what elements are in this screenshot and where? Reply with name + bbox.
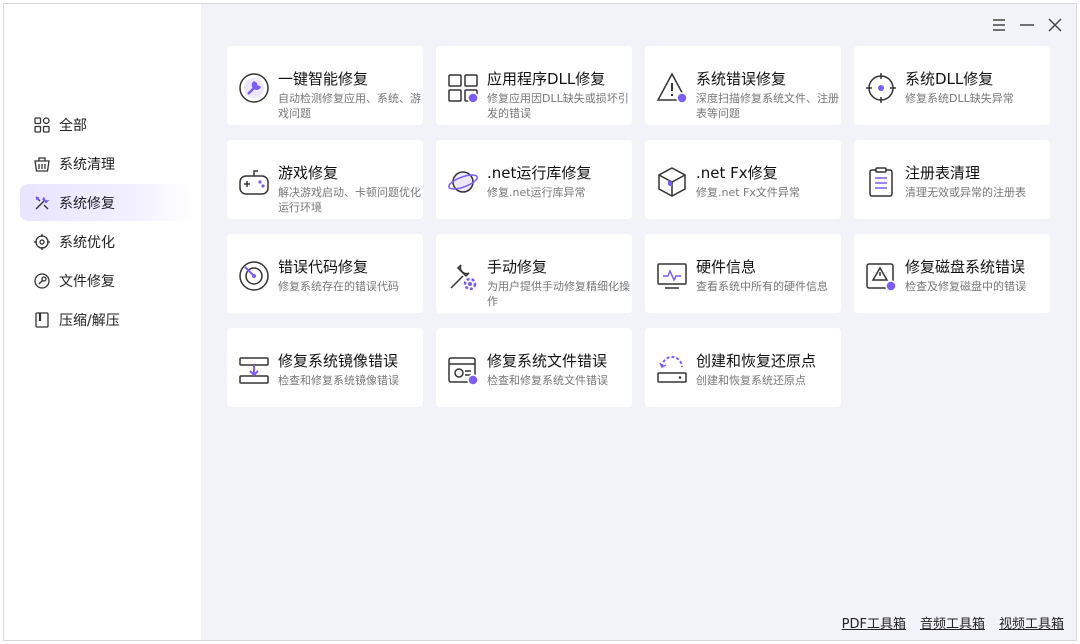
card-registry-clean[interactable]: 注册表清理 清理无效或异常的注册表	[854, 140, 1050, 219]
card-desc: 解决游戏启动、卡顿问题优化运行环境	[278, 186, 421, 214]
menu-icon[interactable]	[990, 16, 1008, 34]
card-title: 系统错误修复	[696, 70, 787, 88]
sidebar-item-label: 文件修复	[59, 273, 115, 290]
window-gear-icon	[446, 353, 480, 387]
broom-icon	[33, 155, 51, 173]
minimize-icon[interactable]	[1018, 16, 1036, 34]
footer-links: PDF工具箱 音频工具箱 视频工具箱	[842, 613, 1064, 632]
sidebar-item-compress[interactable]: 压缩/解压	[20, 301, 195, 338]
card-desc: 修复.net Fx文件异常	[696, 186, 800, 199]
card-desc: 为用户提供手动修复精细化操作	[487, 280, 630, 308]
card-app-dll-repair[interactable]: 应用程序DLL修复 修复应用因DLL缺失或损坏引发的错误	[436, 46, 632, 125]
card-title: 硬件信息	[696, 258, 757, 276]
card-title: 一键智能修复	[278, 70, 369, 88]
sidebar-item-file-repair[interactable]: 文件修复	[20, 262, 195, 299]
card-system-file-repair[interactable]: 修复系统文件错误 检查和修复系统文件错误	[436, 328, 632, 407]
sidebar-item-label: 系统优化	[59, 234, 115, 251]
card-title: 系统DLL修复	[905, 70, 994, 88]
card-desc: 自动检测修复应用、系统、游戏问题	[278, 92, 421, 120]
archive-icon	[33, 311, 51, 329]
card-system-dll-repair[interactable]: 系统DLL修复 修复系统DLL缺失异常	[854, 46, 1050, 125]
card-title: 注册表清理	[905, 164, 981, 182]
tools-icon	[33, 194, 51, 212]
card-net-fx-repair[interactable]: .net Fx修复 修复.net Fx文件异常	[645, 140, 841, 219]
sidebar: 全部 系统清理 系统修复 系统优化 文件修复 压缩/解压	[4, 4, 201, 640]
gamepad-icon	[237, 165, 271, 199]
card-desc: 查看系统中所有的硬件信息	[696, 280, 828, 293]
card-title: 游戏修复	[278, 164, 339, 182]
card-desc: 检查和修复系统文件错误	[487, 374, 608, 387]
sidebar-item-system-clean[interactable]: 系统清理	[20, 145, 195, 182]
sidebar-nav: 全部 系统清理 系统修复 系统优化 文件修复 压缩/解压	[20, 106, 195, 340]
wrench-circle-icon	[237, 71, 271, 105]
wrench-gear-icon	[446, 259, 480, 293]
card-desc: 修复系统DLL缺失异常	[905, 92, 1014, 105]
pdf-toolbox-link[interactable]: PDF工具箱	[842, 613, 906, 632]
restore-point-icon	[655, 353, 689, 387]
card-desc: 修复系统存在的错误代码	[278, 280, 399, 293]
disk-warning-icon	[864, 259, 898, 293]
sidebar-item-label: 压缩/解压	[59, 312, 120, 329]
card-restore-point[interactable]: 创建和恢复还原点 创建和恢复系统还原点	[645, 328, 841, 407]
card-desc: 检查及修复磁盘中的错误	[905, 280, 1026, 293]
card-desc: 修复.net运行库异常	[487, 186, 586, 199]
card-title: .net Fx修复	[696, 164, 778, 182]
card-title: 修复系统镜像错误	[278, 352, 399, 370]
card-desc: 修复应用因DLL缺失或损坏引发的错误	[487, 92, 629, 120]
card-title: .net运行库修复	[487, 164, 592, 182]
repair-tools-grid: 一键智能修复 自动检测修复应用、系统、游戏问题 应用程序DLL修复 修复应用因D…	[227, 46, 1050, 407]
file-wrench-icon	[33, 272, 51, 290]
card-title: 错误代码修复	[278, 258, 369, 276]
sidebar-item-system-optimize[interactable]: 系统优化	[20, 223, 195, 260]
card-manual-repair[interactable]: 手动修复 为用户提供手动修复精细化操作	[436, 234, 632, 313]
audio-toolbox-link[interactable]: 音频工具箱	[920, 613, 985, 632]
target-icon	[33, 233, 51, 251]
card-disk-error-repair[interactable]: 修复磁盘系统错误 检查及修复磁盘中的错误	[854, 234, 1050, 313]
card-title: 应用程序DLL修复	[487, 70, 606, 88]
image-download-icon	[237, 353, 271, 387]
card-desc: 检查和修复系统镜像错误	[278, 374, 399, 387]
radar-icon	[237, 259, 271, 293]
card-desc: 创建和恢复系统还原点	[696, 374, 806, 387]
video-toolbox-link[interactable]: 视频工具箱	[999, 613, 1064, 632]
planet-icon	[446, 165, 480, 199]
warning-triangle-icon	[655, 71, 689, 105]
app-grid-icon	[446, 71, 480, 105]
sidebar-item-label: 系统清理	[59, 156, 115, 173]
sidebar-item-all[interactable]: 全部	[20, 106, 195, 143]
card-desc: 深度扫描修复系统文件、注册表等问题	[696, 92, 839, 120]
grid-icon	[33, 116, 51, 134]
card-system-image-repair[interactable]: 修复系统镜像错误 检查和修复系统镜像错误	[227, 328, 423, 407]
card-desc: 清理无效或异常的注册表	[905, 186, 1026, 199]
sidebar-item-system-repair[interactable]: 系统修复	[20, 184, 195, 221]
monitor-pulse-icon	[655, 259, 689, 293]
window-controls	[990, 16, 1064, 34]
card-one-click-repair[interactable]: 一键智能修复 自动检测修复应用、系统、游戏问题	[227, 46, 423, 125]
card-title: 修复磁盘系统错误	[905, 258, 1026, 276]
cube-icon	[655, 165, 689, 199]
sidebar-item-label: 全部	[59, 117, 87, 134]
card-title: 手动修复	[487, 258, 548, 276]
app-window: 全部 系统清理 系统修复 系统优化 文件修复 压缩/解压 一键智能修复 自动检测…	[3, 3, 1077, 641]
crosshair-icon	[864, 71, 898, 105]
close-icon[interactable]	[1046, 16, 1064, 34]
sidebar-item-label: 系统修复	[59, 195, 115, 212]
card-title: 创建和恢复还原点	[696, 352, 817, 370]
card-title: 修复系统文件错误	[487, 352, 608, 370]
card-system-error-repair[interactable]: 系统错误修复 深度扫描修复系统文件、注册表等问题	[645, 46, 841, 125]
card-hardware-info[interactable]: 硬件信息 查看系统中所有的硬件信息	[645, 234, 841, 313]
card-net-runtime-repair[interactable]: .net运行库修复 修复.net运行库异常	[436, 140, 632, 219]
card-error-code-repair[interactable]: 错误代码修复 修复系统存在的错误代码	[227, 234, 423, 313]
card-game-repair[interactable]: 游戏修复 解决游戏启动、卡顿问题优化运行环境	[227, 140, 423, 219]
clipboard-icon	[864, 165, 898, 199]
